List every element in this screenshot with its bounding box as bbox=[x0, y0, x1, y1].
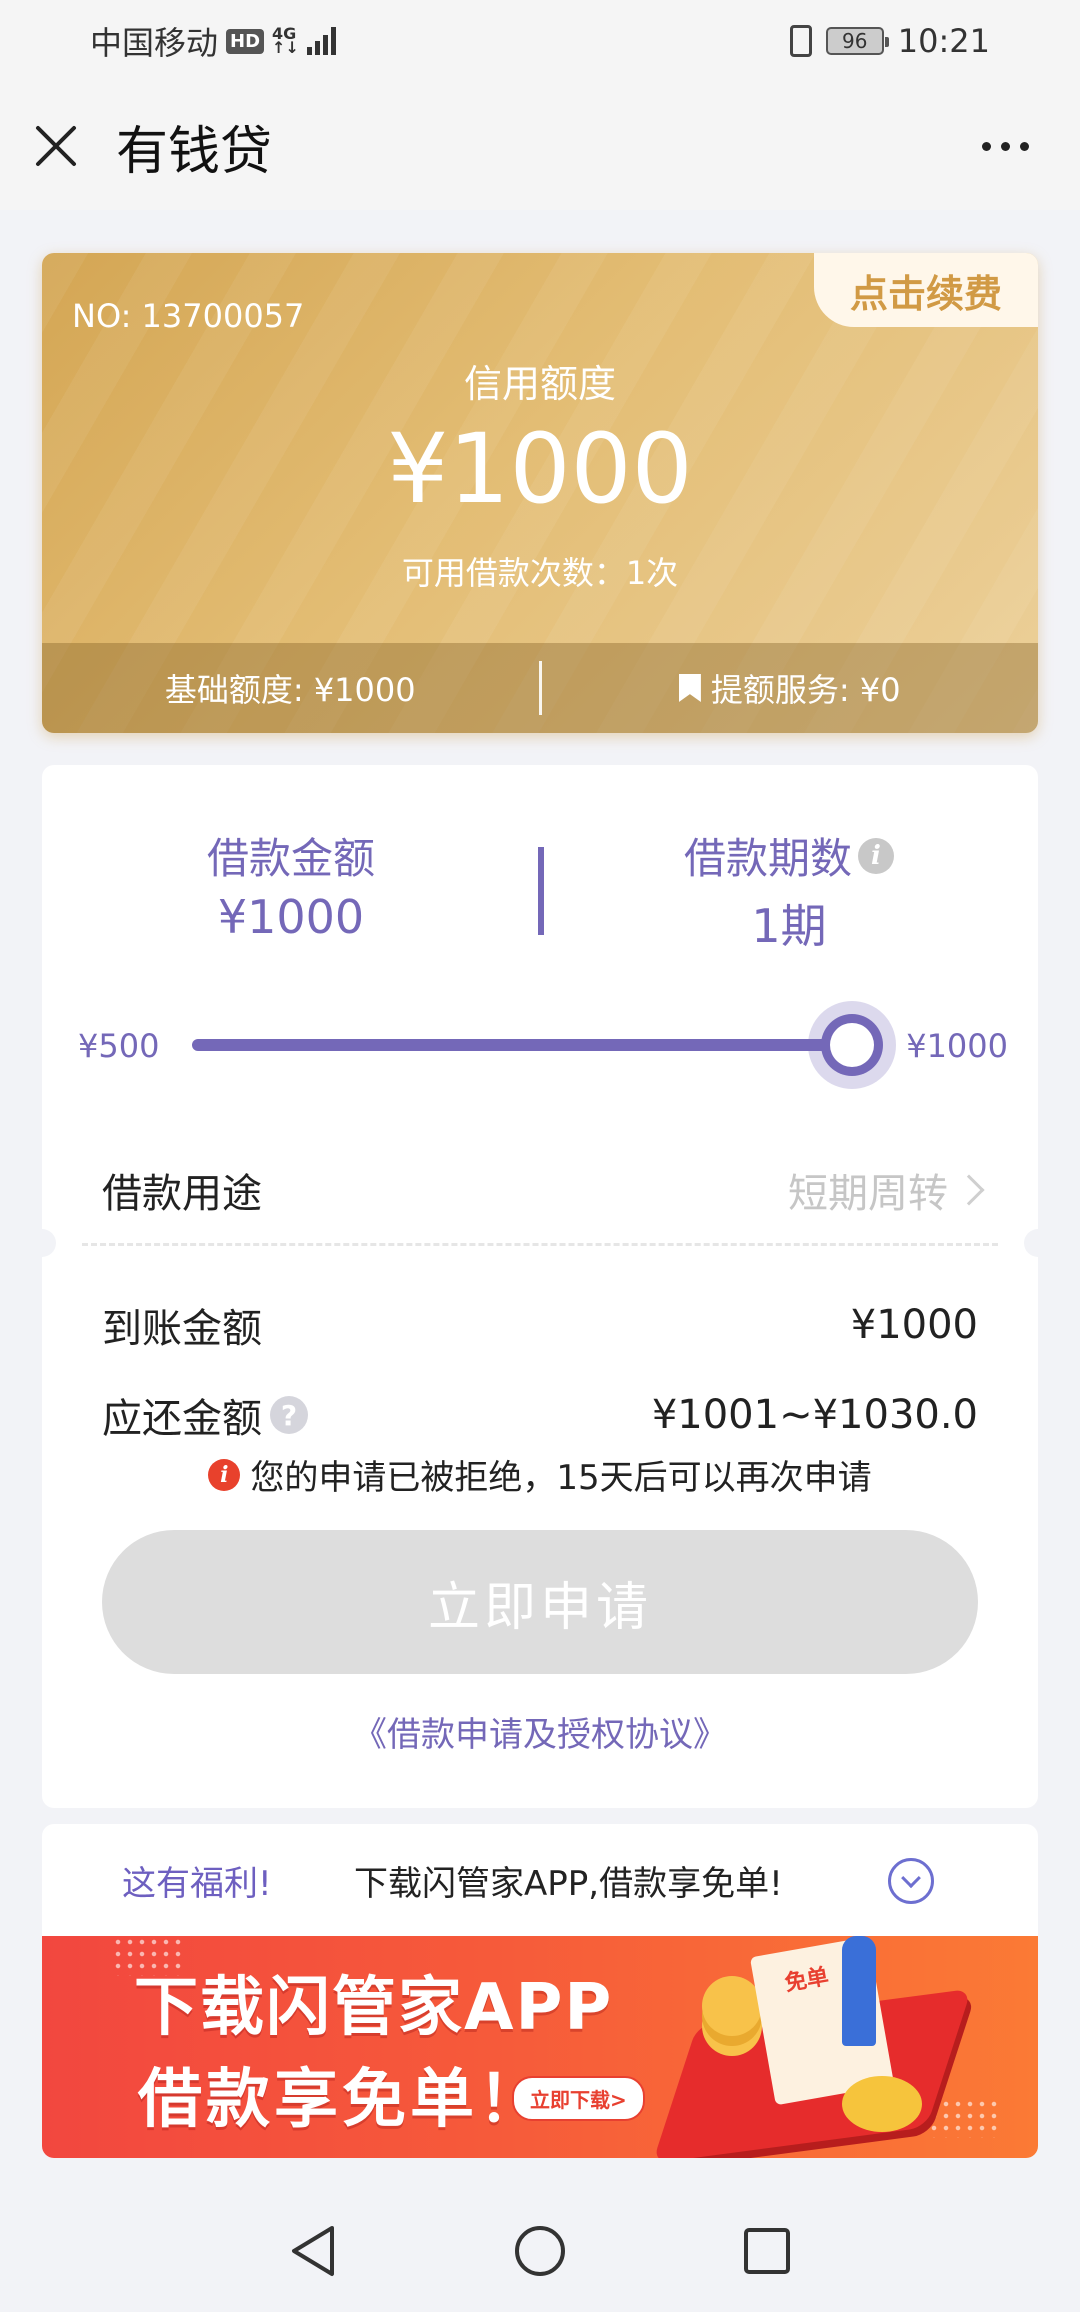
renew-button[interactable]: 点击续费 bbox=[814, 253, 1038, 327]
recents-square-icon bbox=[743, 2228, 790, 2274]
credit-card: 点击续费 NO: 13700057 信用额度 ¥1000 可用借款次数：1次 基… bbox=[42, 253, 1038, 733]
slider-min-label: ¥500 bbox=[78, 1027, 160, 1065]
app-header: 有钱贷 bbox=[0, 82, 1080, 210]
received-amount-row: 到账金额 ¥1000 bbox=[42, 1290, 1038, 1360]
page-title: 有钱贷 bbox=[116, 121, 273, 182]
back-button[interactable] bbox=[278, 2216, 348, 2286]
promo-panel: 这有福利! 下载闪管家APP,借款享免单! 下载闪管家APP 借款享免单！ 立即… bbox=[42, 1824, 1038, 2158]
more-button[interactable] bbox=[970, 116, 1040, 176]
repay-amount-row: 应还金额 ? ¥1001~¥1030.0 bbox=[42, 1380, 1038, 1450]
carrier-name: 中国移动 bbox=[90, 24, 219, 62]
received-label: 到账金额 bbox=[102, 1306, 262, 1352]
signal-icon bbox=[306, 27, 336, 55]
loan-amount-value: ¥1000 bbox=[217, 890, 365, 944]
promo-banner[interactable]: 下载闪管家APP 借款享免单！ 立即下载> 免单 bbox=[42, 1936, 1038, 2158]
slider-handle[interactable] bbox=[808, 1001, 896, 1089]
chevron-down-icon bbox=[901, 1868, 921, 1889]
promo-text: 下载闪管家APP,借款享免单! bbox=[354, 1864, 783, 1904]
system-nav-bar bbox=[0, 2190, 1080, 2312]
more-dots-icon bbox=[981, 141, 991, 151]
recents-button[interactable] bbox=[732, 2216, 802, 2286]
banner-download-button[interactable]: 立即下载> bbox=[512, 2076, 645, 2121]
slider-track[interactable] bbox=[192, 1039, 862, 1051]
loan-period: 借款期数 i 1期 bbox=[540, 825, 1038, 953]
loan-summary: 借款金额 ¥1000 借款期数 i 1期 bbox=[42, 825, 1038, 953]
amount-slider: ¥500 ¥1000 bbox=[42, 1001, 1038, 1089]
available-times: 可用借款次数：1次 bbox=[401, 554, 679, 592]
loan-purpose-label: 借款用途 bbox=[102, 1171, 262, 1217]
status-bar: 中国移动 HD 4G ↑↓ 96 10:21 bbox=[0, 0, 1080, 82]
coins-illustration bbox=[702, 1976, 762, 2036]
promo-tag: 这有福利! bbox=[122, 1864, 272, 1904]
received-value: ¥1000 bbox=[850, 1302, 978, 1348]
repay-value: ¥1001~¥1030.0 bbox=[651, 1392, 978, 1438]
piggy-bank-illustration bbox=[842, 2076, 922, 2132]
apply-button[interactable]: 立即申请 bbox=[102, 1530, 978, 1674]
card-number: NO: 13700057 bbox=[72, 297, 305, 335]
summary-divider bbox=[538, 847, 544, 935]
loan-purpose-row[interactable]: 借款用途 短期周转 bbox=[42, 1145, 1038, 1235]
agreement-link[interactable]: 《借款申请及授权协议》 bbox=[42, 1707, 1038, 1756]
reject-notice: i 您的申请已被拒绝，15天后可以再次申请 bbox=[42, 1450, 1038, 1499]
vibrate-icon bbox=[789, 25, 812, 57]
hd-icon: HD bbox=[226, 28, 265, 54]
base-quota: 基础额度: ¥1000 bbox=[164, 671, 416, 709]
credit-label: 信用额度 bbox=[463, 362, 616, 406]
expand-button[interactable] bbox=[888, 1858, 934, 1904]
credit-amount: ¥1000 bbox=[387, 413, 693, 525]
chevron-right-icon bbox=[953, 1174, 985, 1206]
help-icon[interactable]: ? bbox=[270, 1396, 308, 1434]
home-circle-icon bbox=[514, 2226, 565, 2276]
home-button[interactable] bbox=[505, 2216, 575, 2286]
info-icon[interactable]: i bbox=[858, 837, 894, 874]
banner-subline: 借款享免单！ bbox=[138, 2063, 546, 2137]
clock: 10:21 bbox=[897, 22, 990, 60]
network-icon: 4G ↑↓ bbox=[272, 24, 299, 57]
slider-max-label: ¥1000 bbox=[906, 1027, 1008, 1065]
person-illustration bbox=[842, 1936, 876, 2046]
bookmark-icon bbox=[678, 674, 701, 702]
loan-amount: 借款金额 ¥1000 bbox=[42, 825, 540, 945]
banner-headline: 下载闪管家APP bbox=[134, 1971, 614, 2045]
repay-label: 应还金额 bbox=[102, 1396, 262, 1442]
close-icon bbox=[36, 126, 76, 166]
footer-divider bbox=[538, 661, 542, 715]
loan-panel: 借款金额 ¥1000 借款期数 i 1期 ¥500 ¥1000 借款用途 短期周转… bbox=[28, 765, 1052, 1808]
boost-service: 提额服务: ¥0 bbox=[542, 665, 1039, 711]
close-button[interactable] bbox=[26, 116, 86, 176]
loan-period-value[interactable]: 1期 bbox=[540, 890, 1038, 956]
back-triangle-icon bbox=[292, 2226, 335, 2276]
battery-icon: 96 bbox=[825, 27, 889, 55]
dashed-divider bbox=[82, 1243, 998, 1246]
loan-purpose-value: 短期周转 bbox=[788, 1161, 985, 1219]
alert-icon: i bbox=[208, 1458, 241, 1491]
promo-bar[interactable]: 这有福利! 下载闪管家APP,借款享免单! bbox=[42, 1824, 1038, 1936]
card-footer: 基础额度: ¥1000 提额服务: ¥0 bbox=[42, 643, 1038, 733]
